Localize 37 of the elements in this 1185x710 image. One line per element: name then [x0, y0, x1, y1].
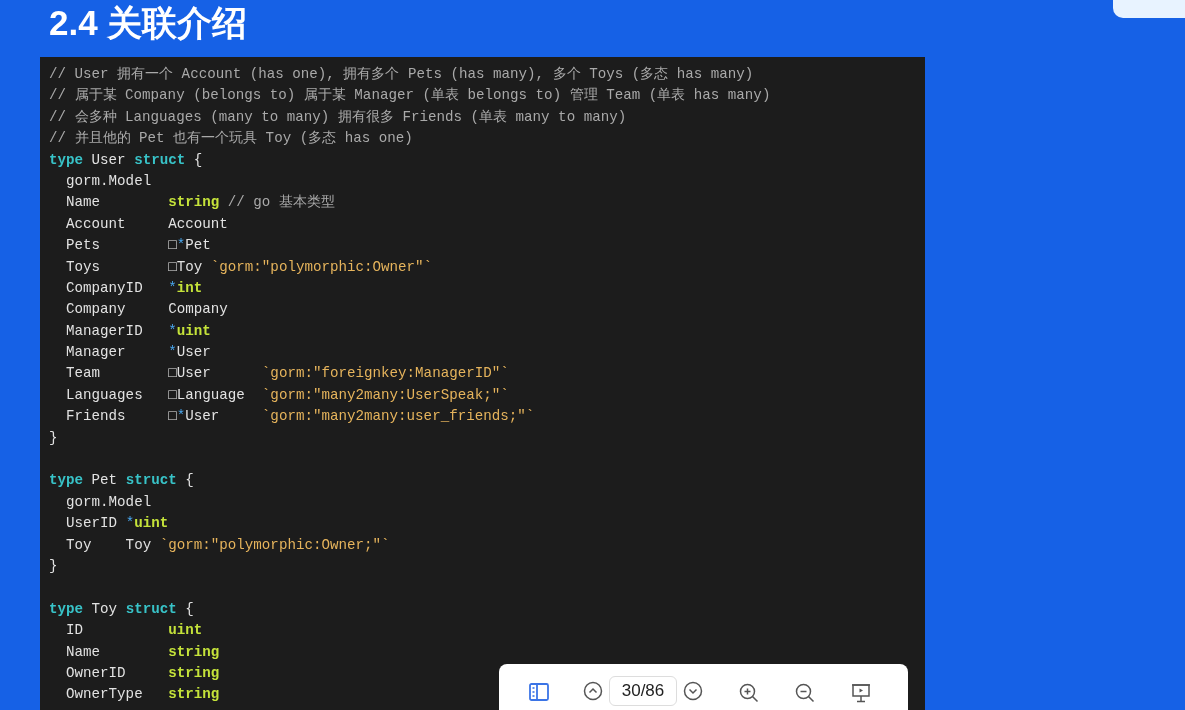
- slide-title: 2.4 关联介绍: [48, 2, 248, 44]
- next-page-icon[interactable]: [683, 681, 703, 701]
- code-line: }: [49, 557, 58, 576]
- code-line: }: [49, 428, 58, 448]
- zoom-in-icon[interactable]: [739, 683, 759, 703]
- code-line: Manager *User: [65, 343, 211, 363]
- code-line: Account Account: [65, 214, 228, 234]
- code-line: // User 拥有一个 Account (has one), 拥有多个 Pets (has many), 多个 Toys (多态 has many): [49, 65, 754, 84]
- sidebar-icon[interactable]: [529, 683, 549, 701]
- code-line: CompanyID *int: [65, 278, 203, 298]
- code-line: OwnerType string: [65, 685, 220, 705]
- code-line: OwnerID string: [65, 663, 220, 683]
- code-line: Name string // go 基本类型: [65, 193, 335, 213]
- code-line: Pets □*Pet: [65, 236, 211, 256]
- code-line: type User struct {: [49, 150, 203, 170]
- code-line: ID uint: [65, 621, 203, 641]
- code-line: type Pet struct {: [49, 471, 194, 491]
- code-line: ManagerID *uint: [65, 321, 211, 341]
- page-field[interactable]: 30/86: [609, 676, 677, 706]
- code-line: Toys □Toy `gorm:"polymorphic:Owner"`: [65, 257, 433, 277]
- code-line: gorm.Model: [65, 171, 152, 191]
- code-line: // 并且他的 Pet 也有一个玩具 Toy (多态 has one): [49, 129, 413, 149]
- code-line: // 会多种 Languages (many to many) 拥有很多 Friends (单表 many to many): [49, 107, 627, 127]
- code-line: gorm.Model: [65, 492, 152, 512]
- code-line: Name string: [65, 642, 220, 662]
- corner-panel: [1113, 0, 1185, 18]
- code-line: type Toy struct {: [49, 599, 194, 619]
- zoom-out-icon[interactable]: [795, 683, 815, 703]
- code-line: Languages □Language `gorm:"many2many:UserSpeak;"`: [65, 385, 509, 405]
- code-line: Friends □*User `gorm:"many2many:user_friends;"`: [65, 407, 535, 427]
- code-line: UserID *uint: [65, 514, 169, 534]
- presentation-icon[interactable]: [851, 683, 871, 703]
- code-line: Company Company: [65, 300, 228, 320]
- previous-page-icon[interactable]: [583, 681, 603, 701]
- code-line: // 属于某 Company (belongs to) 属于某 Manager (单表 belongs to) 管理 Team (单表 has many): [49, 86, 771, 106]
- code-line: Toy Toy `gorm:"polymorphic:Owner;"`: [65, 535, 390, 555]
- code-line: Team □User `gorm:"foreignkey:ManagerID"`: [65, 364, 509, 384]
